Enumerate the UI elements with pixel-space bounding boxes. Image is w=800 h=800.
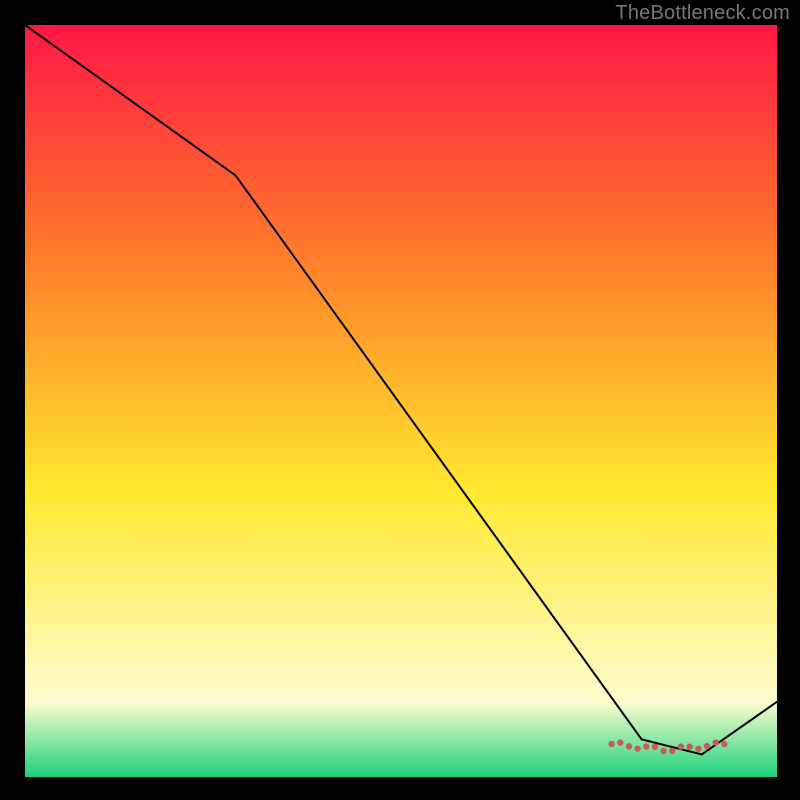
gradient-background xyxy=(25,25,777,777)
dot-marker xyxy=(704,743,710,749)
dot-marker xyxy=(626,743,632,749)
dot-marker xyxy=(634,746,640,752)
dot-marker xyxy=(608,741,614,747)
chart-stage: TheBottleneck.com xyxy=(0,0,800,800)
dot-marker xyxy=(652,744,658,750)
watermark-text: TheBottleneck.com xyxy=(615,2,790,25)
chart-svg xyxy=(25,25,777,777)
dot-marker xyxy=(686,744,692,750)
plot-area xyxy=(25,25,777,777)
dot-marker xyxy=(617,739,623,745)
dot-marker xyxy=(660,748,666,754)
dot-marker xyxy=(669,748,675,754)
dot-marker xyxy=(678,743,684,749)
dot-marker xyxy=(643,743,649,749)
dot-marker xyxy=(695,746,701,752)
dot-marker xyxy=(712,739,718,745)
dot-marker xyxy=(721,741,727,747)
